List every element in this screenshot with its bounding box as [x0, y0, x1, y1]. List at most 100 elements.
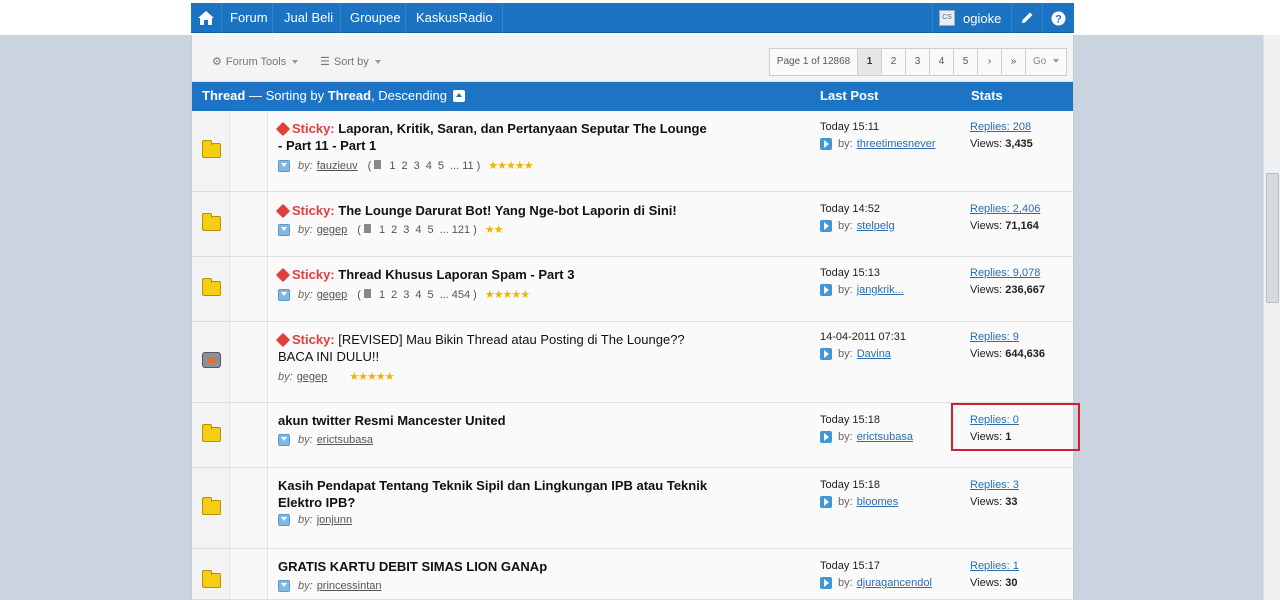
thread-page-link[interactable]: ... 454: [440, 289, 471, 301]
chevron-down-icon[interactable]: [278, 288, 290, 301]
pencil-icon[interactable]: [1012, 3, 1042, 33]
replies-link[interactable]: Replies: 2,406: [970, 203, 1040, 215]
nav-groupee[interactable]: Groupee: [341, 3, 410, 33]
scrollbar-thumb[interactable]: [1266, 173, 1279, 303]
thread-page-link[interactable]: 1: [379, 289, 385, 301]
thread-author-link[interactable]: gegep: [317, 224, 348, 236]
last-post-user-link[interactable]: threetimesnever: [857, 138, 936, 150]
last-post-by: by: jangkrik...: [820, 284, 904, 296]
go-to-last-post-icon[interactable]: [820, 496, 832, 508]
go-to-last-post-icon[interactable]: [820, 138, 832, 150]
page-link[interactable]: 1: [857, 48, 882, 76]
thread-page-link[interactable]: 3: [414, 160, 420, 172]
replies-link[interactable]: Replies: 3: [970, 479, 1019, 491]
thread-title-link[interactable]: [REVISED] Mau Bikin Thread atau Posting …: [278, 332, 685, 364]
go-to-last-post-icon[interactable]: [820, 284, 832, 296]
thread-meta: by: fauzieuv(1 2 3 4 5... 11) ★★★★★: [278, 159, 534, 172]
thread-page-link[interactable]: 1: [379, 224, 385, 236]
replies-link[interactable]: Replies: 1: [970, 560, 1019, 572]
thread-page-link[interactable]: 5: [438, 160, 444, 172]
thread-page-link[interactable]: 4: [426, 160, 432, 172]
pagination: Page 1 of 12868 1 2 3 4 5 › » Go: [769, 48, 1067, 76]
thread-title-link[interactable]: GRATIS KARTU DEBIT SIMAS LION GANAp: [278, 559, 547, 574]
chevron-down-icon[interactable]: [278, 580, 290, 592]
thread-page-link[interactable]: ... 11: [450, 160, 474, 172]
thread-author-link[interactable]: gegep: [317, 289, 348, 301]
last-post-user-link[interactable]: bloomes: [857, 496, 899, 508]
replies-link[interactable]: Replies: 9: [970, 331, 1019, 343]
by-label: by:: [298, 514, 313, 526]
go-to-last-post-icon[interactable]: [820, 220, 832, 232]
chevron-down-icon[interactable]: [278, 514, 290, 526]
thread-page-link[interactable]: 2: [391, 224, 397, 236]
home-icon[interactable]: [191, 3, 221, 33]
nav-jual-beli[interactable]: Jual Beli: [275, 3, 342, 33]
thread-list-header: Thread — Sorting by Thread, Descending L…: [192, 82, 1073, 111]
thread-author-link[interactable]: princessintan: [317, 580, 382, 592]
last-post-user-link[interactable]: djuragancendol: [857, 577, 932, 589]
scrollbar[interactable]: [1263, 35, 1280, 600]
help-icon[interactable]: ?: [1043, 3, 1073, 33]
thread-author-link[interactable]: erictsubasa: [317, 434, 373, 446]
go-to-last-post-icon[interactable]: [820, 577, 832, 589]
last-post-user-link[interactable]: stelpelg: [857, 220, 895, 232]
page-link[interactable]: 2: [881, 48, 906, 76]
username[interactable]: ogioke: [963, 11, 1001, 26]
page-link[interactable]: 3: [905, 48, 930, 76]
nav-kaskusradio[interactable]: KaskusRadio: [407, 3, 502, 33]
thread-author-link[interactable]: gegep: [297, 371, 328, 383]
thread-title-link[interactable]: Laporan, Kritik, Saran, dan Pertanyaan S…: [278, 121, 707, 153]
sort-direction-icon[interactable]: [452, 89, 465, 102]
thread-title-link[interactable]: Thread Khusus Laporan Spam - Part 3: [338, 267, 574, 282]
thread-page-link[interactable]: 2: [391, 289, 397, 301]
page-link[interactable]: 4: [929, 48, 954, 76]
thread-page-link[interactable]: 3: [403, 224, 409, 236]
replies-link[interactable]: Replies: 9,078: [970, 267, 1040, 279]
forum-tools-button[interactable]: ⚙ Forum Tools: [212, 55, 299, 68]
thread-title-link[interactable]: Kasih Pendapat Tentang Teknik Sipil dan …: [278, 478, 707, 510]
page-link[interactable]: 5: [953, 48, 978, 76]
last-page-icon[interactable]: »: [1001, 48, 1026, 76]
last-post-user-link[interactable]: erictsubasa: [857, 431, 913, 443]
thread-prefix-cell: [230, 257, 268, 321]
thread-author-link[interactable]: fauzieuv: [317, 160, 358, 172]
last-post-user-link[interactable]: Davina: [857, 348, 891, 360]
user-menu[interactable]: CS ogioke: [939, 3, 1001, 33]
go-to-last-post-icon[interactable]: [820, 431, 832, 443]
thread-page-link[interactable]: 3: [403, 289, 409, 301]
thread-author-link[interactable]: jonjunn: [317, 514, 352, 526]
go-to-page-button[interactable]: Go: [1025, 48, 1067, 76]
thread-page-link[interactable]: 1: [389, 160, 395, 172]
views-label: Views:: [970, 348, 1003, 360]
by-label: by:: [838, 138, 853, 150]
thread-title-link[interactable]: The Lounge Darurat Bot! Yang Nge-bot Lap…: [338, 203, 676, 218]
last-post-column-header[interactable]: Last Post: [820, 82, 879, 110]
replies-link[interactable]: Replies: 208: [970, 121, 1031, 133]
thread-title-link[interactable]: akun twitter Resmi Mancester United: [278, 413, 506, 428]
go-to-last-post-icon[interactable]: [820, 348, 832, 360]
thread-column-header[interactable]: Thread: [202, 88, 245, 103]
rating-stars: ★★★★★: [349, 371, 394, 383]
rating-stars: ★★: [484, 224, 504, 236]
sort-direction: , Descending: [371, 88, 447, 103]
chevron-down-icon[interactable]: [278, 434, 290, 446]
views-label: Views:: [970, 220, 1003, 232]
last-post-time: Today 15:13: [820, 267, 880, 279]
thread-page-link[interactable]: 5: [427, 224, 433, 236]
thread-page-link[interactable]: 2: [401, 160, 407, 172]
by-label: by:: [838, 431, 853, 443]
nav-forum[interactable]: Forum: [221, 3, 277, 33]
last-post-user-link[interactable]: jangkrik...: [857, 284, 904, 296]
thread-page-link[interactable]: ... 121: [440, 224, 471, 236]
stats-column-header[interactable]: Stats: [971, 82, 1003, 110]
chevron-down-icon[interactable]: [278, 223, 290, 236]
chevron-down-icon[interactable]: [278, 159, 290, 172]
sort-by-button[interactable]: ☰ Sort by: [320, 55, 381, 68]
thread-page-link[interactable]: 4: [415, 224, 421, 236]
thread-page-link[interactable]: 5: [427, 289, 433, 301]
thread-title-block: akun twitter Resmi Mancester United: [278, 412, 708, 429]
thread-page-link[interactable]: 4: [415, 289, 421, 301]
next-page-icon[interactable]: ›: [977, 48, 1002, 76]
by-label: by:: [838, 496, 853, 508]
views-count: Views: 30: [970, 577, 1018, 589]
